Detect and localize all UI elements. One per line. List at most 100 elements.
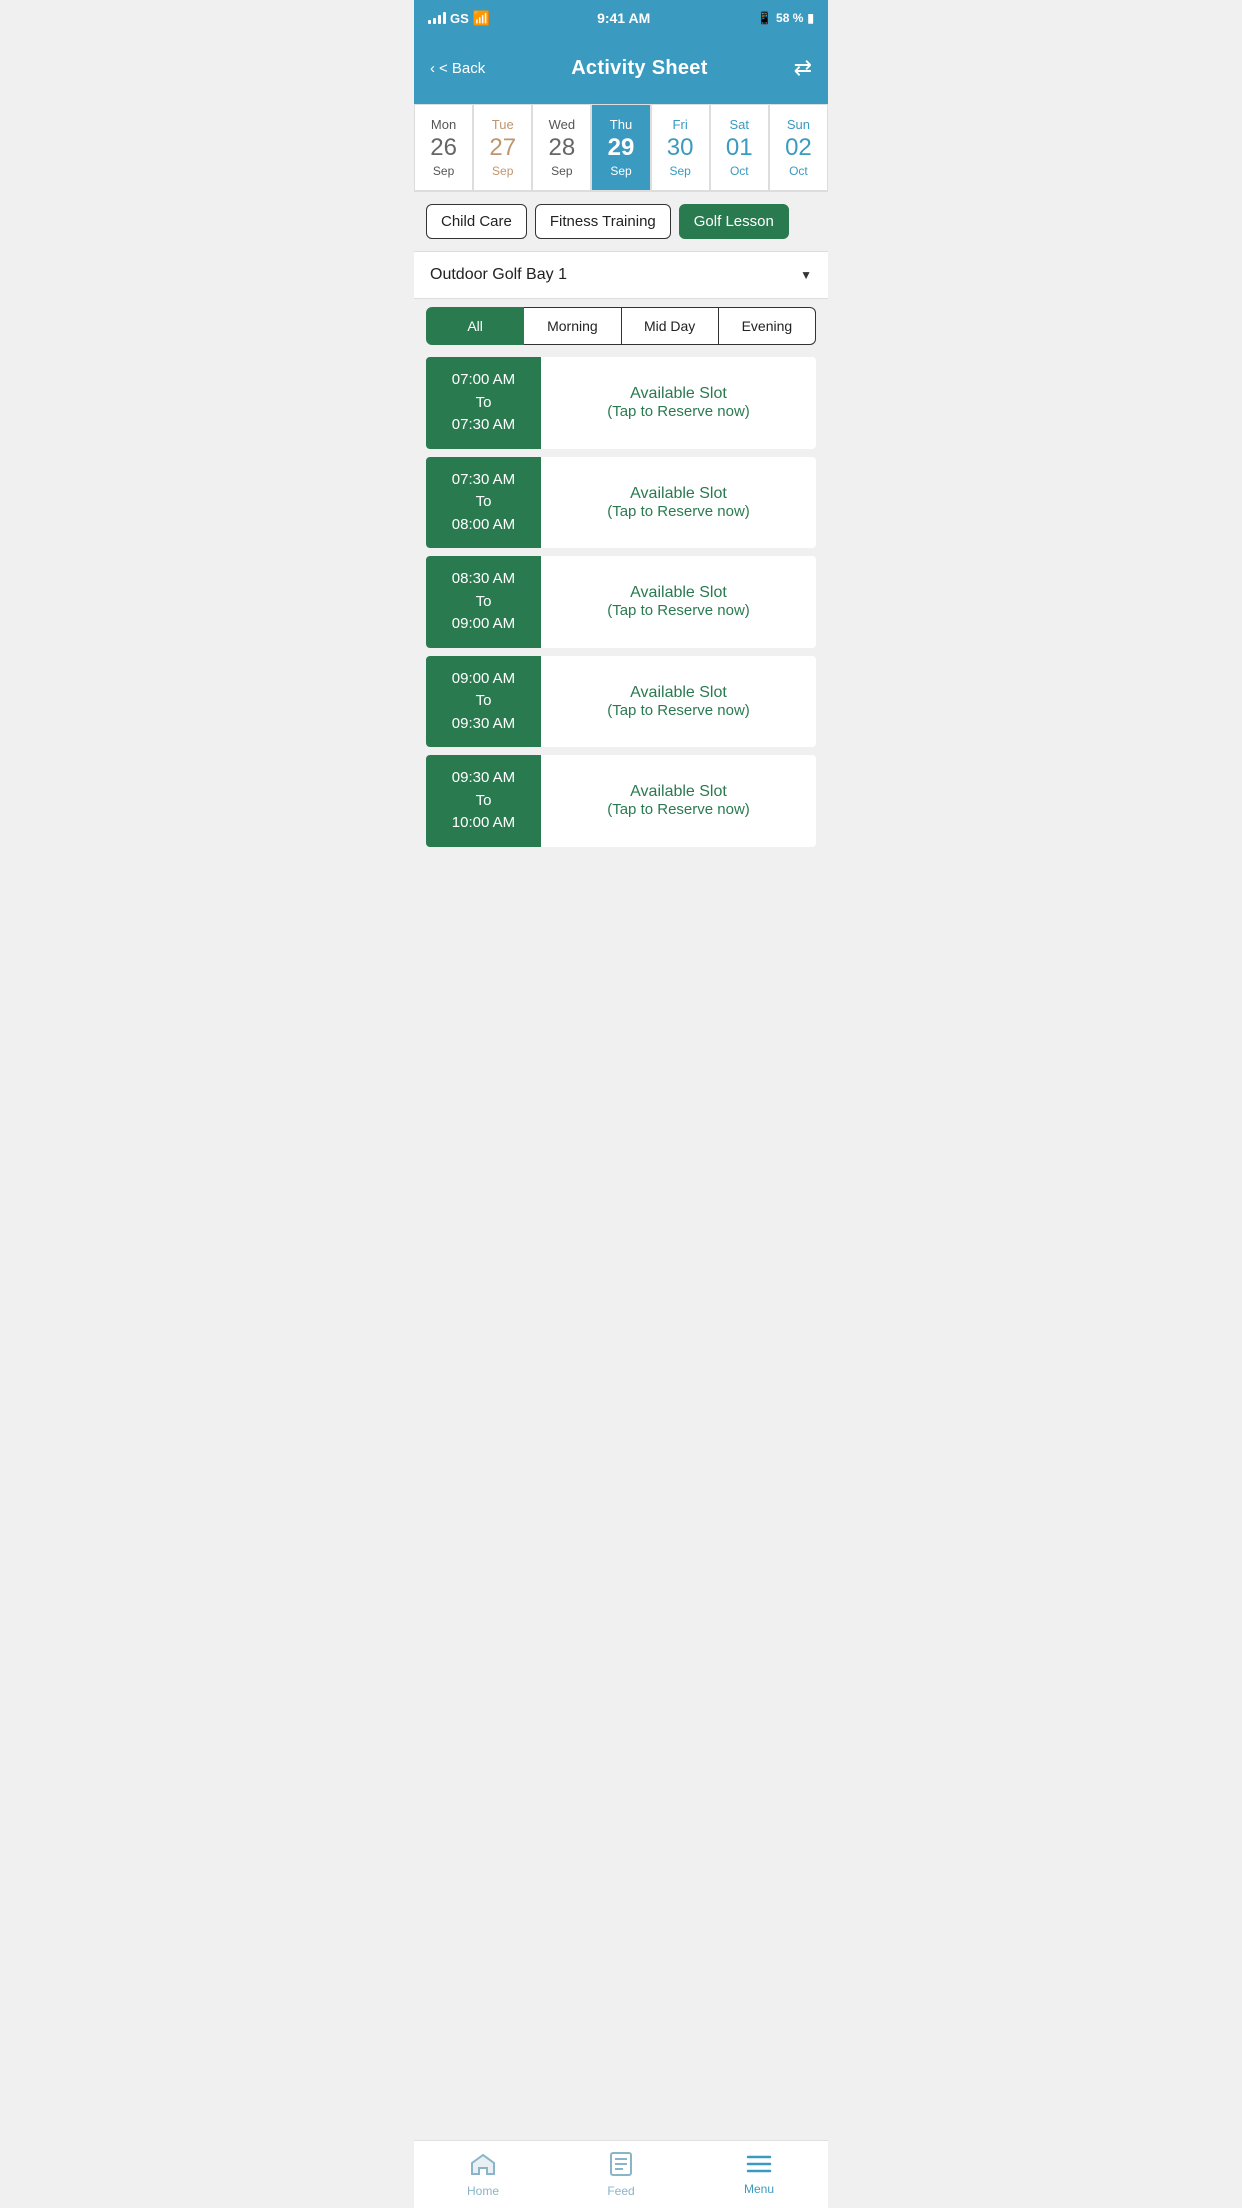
status-time: 9:41 AM xyxy=(597,10,650,26)
day-name: Sat xyxy=(730,117,750,132)
slot-time-to: 08:00 AM xyxy=(452,514,515,537)
slot-time-slot-4: 09:00 AM To 09:30 AM xyxy=(426,656,541,748)
slot-time-sep: To xyxy=(476,790,492,813)
swap-icon[interactable]: ⇄ xyxy=(794,55,812,81)
slot-content-slot-4: Available Slot (Tap to Reserve now) xyxy=(541,656,816,748)
page-title: Activity Sheet xyxy=(571,57,707,80)
status-bar: GS 📶 9:41 AM 📱 58 % ▮ xyxy=(414,0,828,36)
slot-time-sep: To xyxy=(476,392,492,415)
time-filter-all[interactable]: All xyxy=(426,307,524,345)
day-name: Wed xyxy=(549,117,576,132)
back-label: < Back xyxy=(439,60,485,77)
slot-time-slot-5: 09:30 AM To 10:00 AM xyxy=(426,755,541,847)
day-name: Sun xyxy=(787,117,810,132)
day-num: 29 xyxy=(608,136,635,160)
slot-tap-label: (Tap to Reserve now) xyxy=(607,602,750,619)
slot-row-slot-1[interactable]: 07:00 AM To 07:30 AM Available Slot (Tap… xyxy=(426,357,816,449)
slot-tap-label: (Tap to Reserve now) xyxy=(607,503,750,520)
slot-time-to: 09:30 AM xyxy=(452,713,515,736)
time-filter-morning[interactable]: Morning xyxy=(524,307,621,345)
slot-row-slot-3[interactable]: 08:30 AM To 09:00 AM Available Slot (Tap… xyxy=(426,556,816,648)
slot-time-to: 07:30 AM xyxy=(452,414,515,437)
day-num: 26 xyxy=(430,136,457,160)
back-button[interactable]: ‹ < Back xyxy=(430,60,485,77)
day-month: Sep xyxy=(433,164,454,178)
day-name: Tue xyxy=(492,117,514,132)
calendar-day-fri-30[interactable]: Fri 30 Sep xyxy=(651,104,710,191)
slot-available-label: Available Slot xyxy=(630,684,727,702)
slot-available-label: Available Slot xyxy=(630,485,727,503)
slot-content-slot-3: Available Slot (Tap to Reserve now) xyxy=(541,556,816,648)
day-num: 28 xyxy=(549,136,576,160)
feed-icon xyxy=(610,2152,632,2181)
slot-time-from: 07:30 AM xyxy=(452,469,515,492)
day-month: Sep xyxy=(551,164,572,178)
slot-time-to: 10:00 AM xyxy=(452,812,515,835)
calendar-day-wed-28[interactable]: Wed 28 Sep xyxy=(532,104,591,191)
slot-time-sep: To xyxy=(476,591,492,614)
category-tab-fitness-training[interactable]: Fitness Training xyxy=(535,204,671,239)
slot-content-slot-1: Available Slot (Tap to Reserve now) xyxy=(541,357,816,449)
day-num: 02 xyxy=(785,136,812,160)
day-month: Oct xyxy=(730,164,749,178)
slot-row-slot-2[interactable]: 07:30 AM To 08:00 AM Available Slot (Tap… xyxy=(426,457,816,549)
slot-tap-label: (Tap to Reserve now) xyxy=(607,403,750,420)
calendar-day-sat-01[interactable]: Sat 01 Oct xyxy=(710,104,769,191)
slot-row-slot-4[interactable]: 09:00 AM To 09:30 AM Available Slot (Tap… xyxy=(426,656,816,748)
nav-home-label: Home xyxy=(467,2184,499,2198)
slot-time-from: 08:30 AM xyxy=(452,568,515,591)
calendar-day-mon-26[interactable]: Mon 26 Sep xyxy=(414,104,473,191)
header: ‹ < Back Activity Sheet ⇄ xyxy=(414,36,828,104)
menu-icon xyxy=(746,2154,772,2179)
slot-row-slot-5[interactable]: 09:30 AM To 10:00 AM Available Slot (Tap… xyxy=(426,755,816,847)
slot-content-slot-2: Available Slot (Tap to Reserve now) xyxy=(541,457,816,549)
slot-tap-label: (Tap to Reserve now) xyxy=(607,801,750,818)
nav-menu-label: Menu xyxy=(744,2182,774,2196)
day-num: 01 xyxy=(726,136,753,160)
day-month: Sep xyxy=(669,164,690,178)
calendar-day-thu-29[interactable]: Thu 29 Sep xyxy=(591,104,650,191)
bluetooth-icon: 📱 xyxy=(757,11,772,25)
day-month: Oct xyxy=(789,164,808,178)
time-filter-evening[interactable]: Evening xyxy=(719,307,816,345)
slot-available-label: Available Slot xyxy=(630,783,727,801)
slot-tap-label: (Tap to Reserve now) xyxy=(607,702,750,719)
slot-time-from: 09:00 AM xyxy=(452,668,515,691)
home-icon xyxy=(470,2152,496,2181)
day-month: Sep xyxy=(610,164,631,178)
slot-time-sep: To xyxy=(476,690,492,713)
nav-menu[interactable]: Menu xyxy=(690,2141,828,2208)
battery-icon: ▮ xyxy=(807,11,814,25)
slot-time-from: 07:00 AM xyxy=(452,369,515,392)
slot-time-slot-1: 07:00 AM To 07:30 AM xyxy=(426,357,541,449)
nav-feed[interactable]: Feed xyxy=(552,2141,690,2208)
day-num: 30 xyxy=(667,136,694,160)
status-right: 📱 58 % ▮ xyxy=(757,11,814,25)
category-tab-child-care[interactable]: Child Care xyxy=(426,204,527,239)
time-filter: AllMorningMid DayEvening xyxy=(414,307,828,357)
slot-available-label: Available Slot xyxy=(630,584,727,602)
battery-label: 58 % xyxy=(776,11,803,25)
calendar-strip: Mon 26 Sep Tue 27 Sep Wed 28 Sep Thu 29 … xyxy=(414,104,828,192)
calendar-day-sun-02[interactable]: Sun 02 Oct xyxy=(769,104,828,191)
bottom-nav: Home Feed Menu xyxy=(414,2140,828,2208)
day-month: Sep xyxy=(492,164,513,178)
day-name: Mon xyxy=(431,117,456,132)
day-name: Thu xyxy=(610,117,632,132)
category-tab-golf-lesson[interactable]: Golf Lesson xyxy=(679,204,789,239)
slot-time-slot-2: 07:30 AM To 08:00 AM xyxy=(426,457,541,549)
time-filter-midday[interactable]: Mid Day xyxy=(622,307,719,345)
venue-dropdown[interactable]: Outdoor Golf Bay 1 ▼ xyxy=(414,251,828,299)
nav-home[interactable]: Home xyxy=(414,2141,552,2208)
wifi-icon: 📶 xyxy=(473,10,490,27)
back-arrow-icon: ‹ xyxy=(430,60,435,77)
slot-time-sep: To xyxy=(476,491,492,514)
nav-feed-label: Feed xyxy=(607,2184,634,2198)
carrier-label: GS xyxy=(450,11,469,26)
slot-time-from: 09:30 AM xyxy=(452,767,515,790)
slot-available-label: Available Slot xyxy=(630,385,727,403)
calendar-day-tue-27[interactable]: Tue 27 Sep xyxy=(473,104,532,191)
slot-content-slot-5: Available Slot (Tap to Reserve now) xyxy=(541,755,816,847)
status-left: GS 📶 xyxy=(428,10,490,27)
day-num: 27 xyxy=(489,136,516,160)
